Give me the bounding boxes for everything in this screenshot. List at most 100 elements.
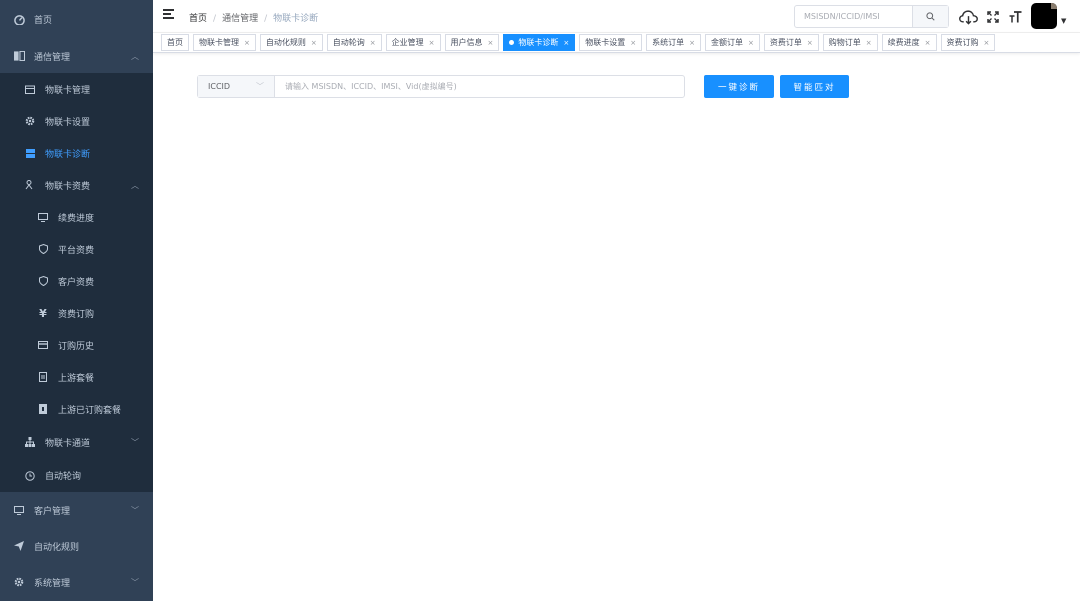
search-button[interactable] bbox=[912, 6, 948, 27]
sidebar-item-platform-tariff[interactable]: 平台资费 bbox=[0, 233, 153, 265]
sidebar-item-card-management[interactable]: 物联卡管理 bbox=[0, 73, 153, 105]
smart-match-button[interactable]: 智能匹对 bbox=[780, 75, 849, 98]
close-icon[interactable]: × bbox=[807, 39, 813, 47]
sidebar-item-upstream-package[interactable]: 上游套餐 bbox=[0, 361, 153, 393]
person-icon bbox=[24, 179, 36, 191]
tag-label: 续费进度 bbox=[887, 38, 920, 47]
sidebar-item-card-tariff[interactable]: 物联卡资费 ︿ bbox=[0, 169, 153, 201]
close-icon[interactable]: × bbox=[311, 39, 317, 47]
sidebar-item-upstream-ordered-package[interactable]: 上游已订购套餐 bbox=[0, 393, 153, 425]
monitor-icon bbox=[13, 504, 25, 516]
tag-tariff-subscription[interactable]: 资费订购 × bbox=[940, 34, 996, 51]
close-icon[interactable]: × bbox=[866, 39, 872, 47]
tag-label: 企业管理 bbox=[391, 38, 424, 47]
tag-card-management[interactable]: 物联卡管理 × bbox=[193, 34, 256, 51]
document-icon bbox=[37, 371, 49, 383]
monitor-icon bbox=[37, 211, 49, 223]
cloud-download-icon[interactable] bbox=[958, 7, 978, 27]
close-icon[interactable]: × bbox=[563, 39, 569, 47]
sidebar-item-card-settings[interactable]: 物联卡设置 bbox=[0, 105, 153, 137]
sidebar-item-card-channel[interactable]: 物联卡通道 ﹀ bbox=[0, 425, 153, 459]
sidebar-item-customer-management[interactable]: 客户管理 ﹀ bbox=[0, 492, 153, 528]
sidebar-item-customer-tariff[interactable]: 客户资费 bbox=[0, 265, 153, 297]
tag-label: 金额订单 bbox=[711, 38, 743, 47]
tag-amount-orders[interactable]: 金额订单 × bbox=[705, 34, 760, 51]
caret-down-icon[interactable]: ▼ bbox=[1061, 17, 1066, 25]
navbar: 首页/通信管理/物联卡诊断 ▼ bbox=[153, 0, 1080, 33]
sidebar-item-label: 平台资费 bbox=[58, 245, 95, 256]
calendar-icon bbox=[24, 83, 36, 95]
id-type-select-value: ICCID bbox=[208, 82, 231, 91]
sidebar-item-renewal-progress[interactable]: 续费进度 bbox=[0, 201, 153, 233]
sidebar-item-label: 物联卡诊断 bbox=[45, 149, 91, 160]
sidebar-item-label: 系统管理 bbox=[34, 578, 71, 589]
sidebar-item-label: 物联卡设置 bbox=[45, 117, 91, 128]
card-icon bbox=[37, 339, 49, 351]
tag-label: 用户信息 bbox=[450, 38, 483, 47]
tag-card-diagnosis[interactable]: 物联卡诊断 × bbox=[503, 34, 576, 51]
fullscreen-icon[interactable] bbox=[983, 7, 1003, 27]
clock-icon bbox=[24, 470, 36, 482]
close-icon[interactable]: × bbox=[689, 39, 695, 47]
tag-label: 资费订单 bbox=[769, 38, 802, 47]
close-icon[interactable]: × bbox=[429, 39, 435, 47]
breadcrumb-communication[interactable]: 通信管理 bbox=[222, 14, 258, 24]
sidebar-item-label: 物联卡资费 bbox=[45, 181, 91, 192]
breadcrumb-home[interactable]: 首页 bbox=[189, 14, 207, 24]
header-search bbox=[794, 5, 949, 28]
tag-system-orders[interactable]: 系统订单 × bbox=[646, 34, 701, 51]
tag-card-settings[interactable]: 物联卡设置 × bbox=[579, 34, 643, 51]
close-icon[interactable]: × bbox=[925, 39, 931, 47]
sidebar-item-communication[interactable]: 通信管理 ︿ bbox=[0, 39, 153, 73]
tag-label: 物联卡诊断 bbox=[518, 38, 559, 47]
tag-auto-polling[interactable]: 自动轮询 × bbox=[326, 34, 382, 51]
font-size-icon[interactable] bbox=[1005, 7, 1025, 27]
breadcrumb-current: 物联卡诊断 bbox=[273, 14, 319, 24]
search-icon bbox=[926, 12, 935, 21]
tags-view: 首页 物联卡管理 × 自动化规则 × 自动轮询 × 企业管理 × 用户信息 × 物联卡诊断… bbox=[153, 33, 1080, 53]
sidebar-item-label: 首页 bbox=[34, 16, 53, 26]
sidebar-item-tariff-order[interactable]: ¥ 资费订购 bbox=[0, 297, 153, 329]
sidebar-item-label: 自动轮询 bbox=[45, 472, 82, 482]
tag-label: 首页 bbox=[167, 38, 183, 47]
sidebar: 首页 通信管理 ︿ 物联卡管理 物联卡设置 物联卡诊断 物联卡资费 ︿ 续费进度… bbox=[0, 0, 153, 601]
gear-icon bbox=[13, 576, 25, 588]
sidebar-item-label: 客户管理 bbox=[34, 506, 71, 517]
sidebar-item-label: 上游套餐 bbox=[58, 373, 95, 384]
tag-shopping-orders[interactable]: 购物订单 × bbox=[822, 34, 878, 51]
close-icon[interactable]: × bbox=[630, 39, 636, 47]
sidebar-item-order-history[interactable]: 订购历史 bbox=[0, 329, 153, 361]
tag-automation-rules[interactable]: 自动化规则 × bbox=[259, 34, 323, 51]
avatar[interactable] bbox=[1031, 3, 1057, 29]
tag-label: 系统订单 bbox=[652, 38, 685, 47]
close-icon[interactable]: × bbox=[488, 39, 494, 47]
tag-tariff-orders[interactable]: 资费订单 × bbox=[763, 34, 819, 51]
close-icon[interactable]: × bbox=[748, 39, 754, 47]
yen-icon: ¥ bbox=[39, 306, 47, 320]
sidebar-item-card-diagnosis[interactable]: 物联卡诊断 bbox=[0, 137, 153, 169]
shield-icon bbox=[37, 243, 49, 255]
sidebar-item-label: 客户资费 bbox=[58, 277, 95, 288]
close-icon[interactable]: × bbox=[244, 39, 250, 47]
tag-enterprise-management[interactable]: 企业管理 × bbox=[385, 34, 441, 51]
sidebar-item-system-management[interactable]: 系统管理 ﹀ bbox=[0, 564, 153, 600]
submenu-communication: 物联卡管理 物联卡设置 物联卡诊断 物联卡资费 ︿ 续费进度 平台资费 客户资费… bbox=[0, 73, 153, 492]
tag-renewal-progress[interactable]: 续费进度 × bbox=[881, 34, 937, 51]
sidebar-item-auto-polling[interactable]: 自动轮询 bbox=[0, 459, 153, 492]
one-click-diagnose-button[interactable]: 一键诊断 bbox=[704, 75, 774, 98]
id-type-select[interactable]: ICCID ﹀ bbox=[198, 76, 275, 97]
sidebar-item-label: 物联卡管理 bbox=[45, 85, 91, 96]
hamburger-menu-icon[interactable] bbox=[163, 9, 176, 22]
tag-home[interactable]: 首页 bbox=[161, 34, 189, 51]
sidebar-item-automation-rules[interactable]: 自动化规则 bbox=[0, 528, 153, 564]
tag-user-info[interactable]: 用户信息 × bbox=[444, 34, 500, 51]
chevron-down-icon: ﹀ bbox=[256, 82, 264, 91]
sidebar-item-label: 续费进度 bbox=[58, 213, 95, 224]
sidebar-item-home[interactable]: 首页 bbox=[0, 0, 153, 39]
close-icon[interactable]: × bbox=[984, 39, 990, 47]
diagnosis-input[interactable] bbox=[275, 76, 684, 97]
sidebar-item-label: 订购历史 bbox=[58, 341, 95, 352]
sidebar-item-label: 自动化规则 bbox=[34, 542, 80, 553]
header-search-input[interactable] bbox=[795, 6, 912, 27]
close-icon[interactable]: × bbox=[370, 39, 376, 47]
